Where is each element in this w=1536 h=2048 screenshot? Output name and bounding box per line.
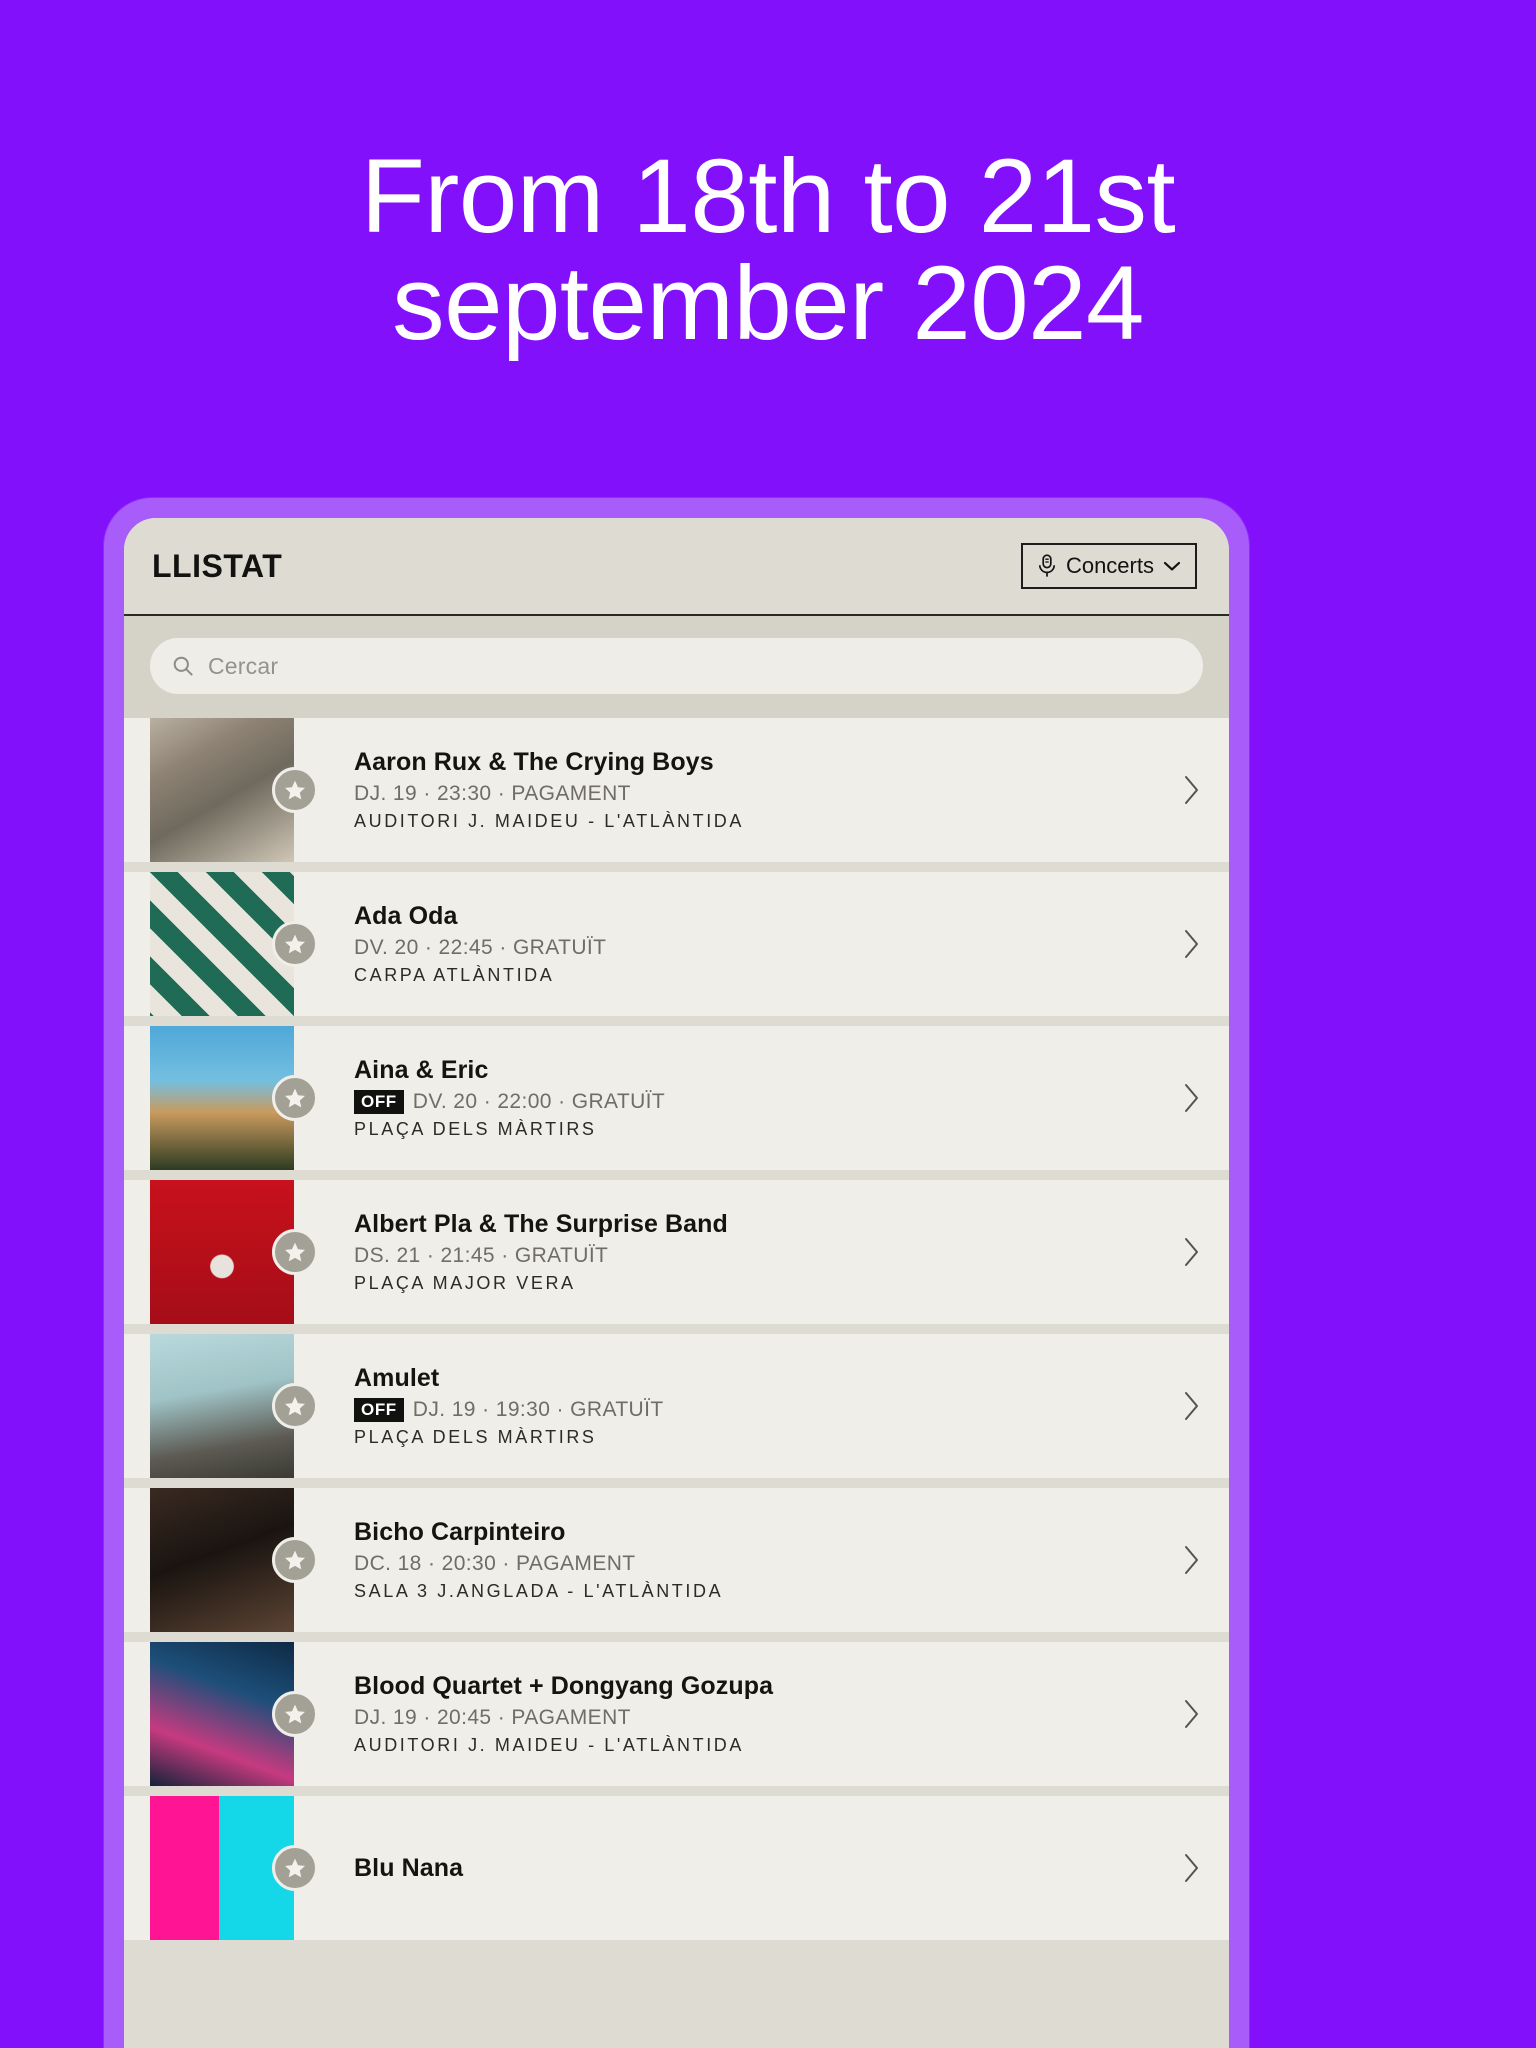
event-venue: AUDITORI J. MAIDEU - L'ATLÀNTIDA [354,1735,745,1755]
favorite-star-icon[interactable] [272,921,318,967]
thumbnail-wrap [150,1488,318,1632]
event-title: Bicho Carpinteiro [354,1518,566,1546]
chevron-right-icon[interactable] [1153,1026,1229,1170]
list-item[interactable]: Blu Nana [124,1796,1229,1940]
event-datetime: DJ. 19 · 20:45 · PAGAMENT [354,1706,631,1729]
event-venue: PLAÇA DELS MÀRTIRS [354,1119,597,1139]
phone-screen: LLISTAT Concerts Cercar Aaron Rux & The … [124,518,1229,2048]
microphone-icon [1037,554,1057,578]
chevron-right-icon[interactable] [1153,718,1229,862]
event-datetime: DC. 18 · 20:30 · PAGAMENT [354,1552,636,1575]
event-info: Ada Oda DV. 20 · 22:45 · GRATUÏT CARPA A… [294,872,1153,1016]
thumbnail-wrap [150,1796,318,1940]
chevron-right-icon[interactable] [1153,1488,1229,1632]
event-title: Ada Oda [354,902,458,930]
thumbnail-wrap [150,1026,318,1170]
event-meta: DS. 21 · 21:45 · GRATUÏT [354,1244,1153,1268]
chevron-right-icon[interactable] [1153,1796,1229,1940]
list-item[interactable]: Amulet OFF DJ. 19 · 19:30 · GRATUÏT PLAÇ… [124,1334,1229,1478]
event-info: Amulet OFF DJ. 19 · 19:30 · GRATUÏT PLAÇ… [294,1334,1153,1478]
favorite-star-icon[interactable] [272,1537,318,1583]
favorite-star-icon[interactable] [272,1075,318,1121]
chevron-right-icon[interactable] [1153,1180,1229,1324]
favorite-star-icon[interactable] [272,767,318,813]
status-badge: OFF [354,1090,404,1114]
event-datetime: DV. 20 · 22:45 · GRATUÏT [354,936,607,959]
event-datetime: DV. 20 · 22:00 · GRATUÏT [412,1090,666,1113]
event-meta: DJ. 19 · 23:30 · PAGAMENT [354,782,1153,806]
chevron-right-icon[interactable] [1153,872,1229,1016]
event-datetime: DJ. 19 · 23:30 · PAGAMENT [354,782,631,805]
list-item[interactable]: Bicho Carpinteiro DC. 18 · 20:30 · PAGAM… [124,1488,1229,1632]
event-title: Blood Quartet + Dongyang Gozupa [354,1672,774,1700]
page-title: From 18th to 21st september 2024 [360,137,1176,362]
event-info: Aina & Eric OFF DV. 20 · 22:00 · GRATUÏT… [294,1026,1153,1170]
list-item[interactable]: Albert Pla & The Surprise Band DS. 21 · … [124,1180,1229,1324]
list-item[interactable]: Aaron Rux & The Crying Boys DJ. 19 · 23:… [124,718,1229,862]
chevron-right-icon[interactable] [1153,1642,1229,1786]
event-title: Amulet [354,1364,440,1392]
list-item[interactable]: Aina & Eric OFF DV. 20 · 22:00 · GRATUÏT… [124,1026,1229,1170]
list-item[interactable]: Ada Oda DV. 20 · 22:45 · GRATUÏT CARPA A… [124,872,1229,1016]
chevron-down-icon [1163,560,1181,572]
favorite-star-icon[interactable] [272,1229,318,1275]
event-title: Blu Nana [354,1853,464,1882]
event-meta: DC. 18 · 20:30 · PAGAMENT [354,1552,1153,1576]
category-filter-button[interactable]: Concerts [1020,543,1197,589]
hero-banner: From 18th to 21st september 2024 [0,0,1536,500]
event-venue: SALA 3 J.ANGLADA - L'ATLÀNTIDA [354,1581,724,1601]
search-input[interactable]: Cercar [150,638,1203,694]
phone-mockup-bezel: LLISTAT Concerts Cercar Aaron Rux & The … [104,498,1249,2048]
event-venue: PLAÇA MAJOR VERA [354,1273,576,1293]
favorite-star-icon[interactable] [272,1383,318,1429]
event-meta: OFF DJ. 19 · 19:30 · GRATUÏT [354,1398,1153,1422]
search-band: Cercar [124,616,1229,718]
event-meta: DJ. 19 · 20:45 · PAGAMENT [354,1706,1153,1730]
event-venue: CARPA ATLÀNTIDA [354,965,555,985]
app-header: LLISTAT Concerts [124,518,1229,616]
event-info: Aaron Rux & The Crying Boys DJ. 19 · 23:… [294,718,1153,862]
thumbnail-wrap [150,872,318,1016]
event-list[interactable]: Aaron Rux & The Crying Boys DJ. 19 · 23:… [124,718,1229,2048]
list-item[interactable]: Blood Quartet + Dongyang Gozupa DJ. 19 ·… [124,1642,1229,1786]
event-info: Blood Quartet + Dongyang Gozupa DJ. 19 ·… [294,1642,1153,1786]
event-datetime: DS. 21 · 21:45 · GRATUÏT [354,1244,609,1267]
event-meta: OFF DV. 20 · 22:00 · GRATUÏT [354,1090,1153,1114]
favorite-star-icon[interactable] [272,1845,318,1891]
event-title: Albert Pla & The Surprise Band [354,1210,728,1238]
event-title: Aaron Rux & The Crying Boys [354,748,714,776]
event-datetime: DJ. 19 · 19:30 · GRATUÏT [412,1398,664,1421]
event-venue: PLAÇA DELS MÀRTIRS [354,1427,597,1447]
thumbnail-wrap [150,1642,318,1786]
thumbnail-wrap [150,1334,318,1478]
search-icon [172,655,194,677]
event-title: Aina & Eric [354,1056,489,1084]
search-placeholder: Cercar [208,652,279,679]
event-info: Albert Pla & The Surprise Band DS. 21 · … [294,1180,1153,1324]
status-badge: OFF [354,1398,404,1422]
favorite-star-icon[interactable] [272,1691,318,1737]
thumbnail-wrap [150,1180,318,1324]
event-info: Blu Nana [294,1796,1153,1940]
event-venue: AUDITORI J. MAIDEU - L'ATLÀNTIDA [354,811,745,831]
chevron-right-icon[interactable] [1153,1334,1229,1478]
event-meta: DV. 20 · 22:45 · GRATUÏT [354,936,1153,960]
app-title: LLISTAT [152,547,283,584]
event-info: Bicho Carpinteiro DC. 18 · 20:30 · PAGAM… [294,1488,1153,1632]
thumbnail-wrap [150,718,318,862]
category-filter-label: Concerts [1065,553,1154,578]
